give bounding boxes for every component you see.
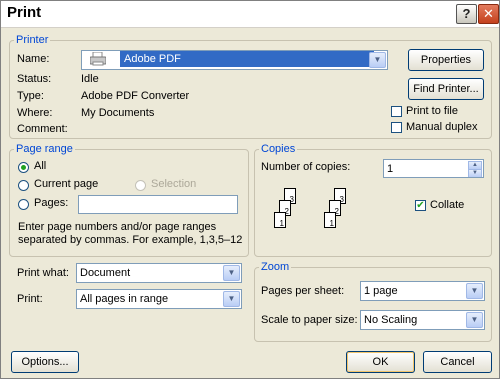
printer-icon (89, 51, 107, 66)
chevron-down-icon[interactable]: ▼ (466, 312, 483, 328)
pages-per-sheet-value: 1 page (364, 285, 398, 297)
where-value: My Documents (81, 107, 155, 119)
scale-to-paper-label: Scale to paper size: (261, 314, 358, 326)
pages-hint-line1: Enter page numbers and/or page ranges (18, 221, 217, 233)
chevron-down-icon[interactable]: ▼ (466, 283, 483, 299)
number-of-copies-value: 1 (387, 163, 394, 175)
collate-label: Collate (430, 199, 465, 211)
where-label: Where: (17, 107, 53, 119)
page-range-legend: Page range (16, 143, 73, 155)
print-label: Print: (17, 293, 43, 305)
chevron-down-icon[interactable]: ▼ (223, 291, 240, 307)
all-radio[interactable] (18, 162, 29, 173)
print-pages-combo[interactable]: All pages in range ▼ (76, 289, 242, 309)
print-to-file-label: Print to file (406, 105, 458, 117)
pages-radio[interactable] (18, 199, 29, 210)
collate-checkbox[interactable]: ✔ (415, 200, 426, 211)
cancel-button[interactable]: Cancel (423, 351, 492, 373)
type-value: Adobe PDF Converter (81, 90, 190, 102)
current-page-radio[interactable] (18, 180, 29, 191)
current-page-label: Current page (34, 178, 99, 190)
scale-to-paper-combo[interactable]: No Scaling ▼ (360, 310, 485, 330)
comment-label: Comment: (17, 123, 68, 135)
pages-per-sheet-combo[interactable]: 1 page ▼ (360, 281, 485, 301)
page-icon: 1 (274, 212, 286, 228)
all-label: All (34, 160, 47, 172)
chevron-down-icon[interactable]: ▼ (369, 52, 386, 68)
copies-legend: Copies (261, 143, 296, 155)
properties-button[interactable]: Properties (408, 49, 484, 71)
number-of-copies-label: Number of copies: (261, 161, 351, 173)
scale-to-paper-value: No Scaling (364, 314, 418, 326)
print-pages-value: All pages in range (80, 293, 169, 305)
ok-button[interactable]: OK (346, 351, 415, 373)
status-label: Status: (17, 73, 52, 85)
manual-duplex-label: Manual duplex (406, 121, 478, 133)
print-what-label: Print what: (17, 267, 69, 279)
printer-name-value: Adobe PDF (120, 51, 374, 67)
pages-hint-line2: separated by commas. For example, 1,3,5–… (18, 234, 243, 246)
number-of-copies-spinner[interactable]: 1 ▲ ▼ (383, 159, 484, 178)
options-button[interactable]: Options... (11, 351, 79, 373)
chevron-down-icon[interactable]: ▼ (223, 265, 240, 281)
page-icon: 1 (324, 212, 336, 228)
print-dialog: Print ? ✕ Printer Name: Adobe PDF ▼ Stat… (0, 0, 500, 379)
name-label: Name: (17, 53, 50, 65)
printer-name-combo[interactable]: Adobe PDF ▼ (81, 50, 388, 70)
pages-input[interactable] (78, 195, 238, 214)
selection-label: Selection (151, 178, 197, 190)
close-button[interactable]: ✕ (478, 4, 499, 24)
printer-legend: Printer (16, 34, 49, 46)
print-what-value: Document (80, 267, 131, 279)
print-what-combo[interactable]: Document ▼ (76, 263, 242, 283)
type-label: Type: (17, 90, 44, 102)
help-button[interactable]: ? (456, 4, 477, 24)
zoom-legend: Zoom (261, 261, 290, 273)
title-bar: Print ? ✕ (1, 1, 499, 28)
pages-label: Pages: (34, 197, 69, 209)
dialog-title: Print (7, 4, 42, 21)
print-to-file-checkbox[interactable] (391, 106, 402, 117)
status-value: Idle (81, 73, 99, 85)
spin-down-icon[interactable]: ▼ (468, 169, 482, 177)
pages-per-sheet-label: Pages per sheet: (261, 285, 345, 297)
selection-radio[interactable] (135, 180, 146, 191)
find-printer-button[interactable]: Find Printer... (408, 78, 484, 100)
manual-duplex-checkbox[interactable] (391, 122, 402, 133)
